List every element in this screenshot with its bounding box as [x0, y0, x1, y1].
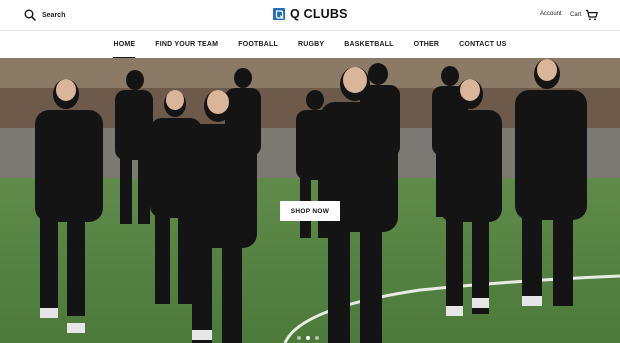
slide-dot-3[interactable]	[315, 336, 319, 340]
search-button[interactable]: Search	[24, 9, 65, 21]
slide-dot-2[interactable]	[306, 336, 310, 340]
nav-item-home[interactable]: HOME	[103, 31, 145, 58]
cart-button[interactable]: Cart	[570, 9, 599, 21]
slide-dot-1[interactable]	[297, 336, 301, 340]
search-icon	[24, 9, 36, 21]
hero-banner[interactable]: SHOP NOW	[0, 58, 620, 343]
cart-icon	[585, 9, 599, 21]
cart-label: Cart	[570, 12, 582, 18]
slideshow-dots	[297, 336, 319, 340]
site-logo[interactable]: Q CLUBS	[273, 7, 348, 21]
nav-item-basketball[interactable]: BASKETBALL	[334, 31, 403, 58]
logo-text: Q CLUBS	[290, 7, 348, 21]
nav-item-contact-us[interactable]: CONTACT US	[449, 31, 516, 58]
shop-now-button[interactable]: SHOP NOW	[280, 201, 340, 221]
account-link[interactable]: Account	[540, 11, 562, 17]
logo-mark-icon	[273, 8, 285, 20]
nav-item-other[interactable]: OTHER	[404, 31, 450, 58]
main-nav: HOME FIND YOUR TEAM FOOTBALL RUGBY BASKE…	[0, 31, 620, 58]
nav-item-football[interactable]: FOOTBALL	[228, 31, 288, 58]
search-label: Search	[42, 11, 66, 19]
nav-item-rugby[interactable]: RUGBY	[288, 31, 334, 58]
nav-item-find-your-team[interactable]: FIND YOUR TEAM	[145, 31, 228, 58]
site-header: Search Q CLUBS Account Cart	[0, 0, 620, 30]
